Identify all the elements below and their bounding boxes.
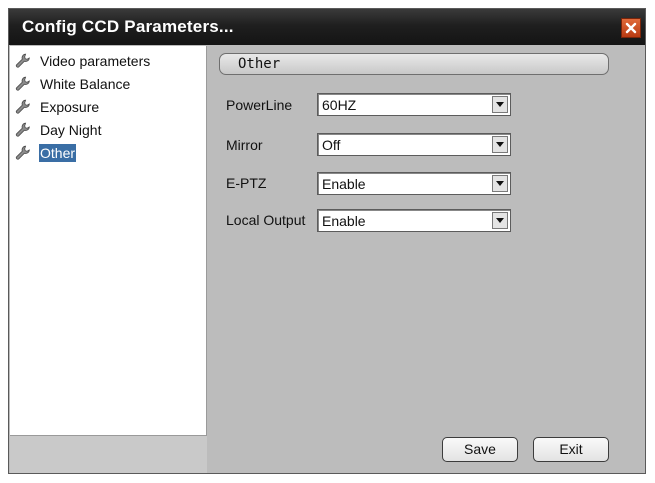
tree-item-label: Video parameters xyxy=(40,53,151,69)
close-icon xyxy=(625,22,637,34)
tree-item-label: White Balance xyxy=(40,76,131,92)
section-title: Other xyxy=(238,56,281,72)
exit-button[interactable]: Exit xyxy=(533,437,609,462)
dropdown-arrow-button[interactable] xyxy=(492,175,508,192)
dropdown-arrow-button[interactable] xyxy=(492,136,508,153)
close-button[interactable] xyxy=(621,18,641,38)
tree-bottom-strip xyxy=(10,435,207,473)
mirror-select[interactable]: Off xyxy=(317,133,511,156)
title-bar[interactable]: Config CCD Parameters... xyxy=(9,9,645,45)
wrench-icon xyxy=(15,53,30,68)
section-header: Other xyxy=(219,53,609,75)
local-output-select[interactable]: Enable xyxy=(317,209,511,232)
window-title: Config CCD Parameters... xyxy=(22,17,234,36)
dropdown-arrow-button[interactable] xyxy=(492,96,508,113)
mirror-label: Mirror xyxy=(226,137,263,153)
local-output-value: Enable xyxy=(322,213,366,229)
config-dialog: Config CCD Parameters... Video parameter… xyxy=(8,8,646,474)
tree-item-label: Exposure xyxy=(40,99,100,115)
powerline-value: 60HZ xyxy=(322,97,357,113)
chevron-down-icon xyxy=(496,142,504,147)
chevron-down-icon xyxy=(496,102,504,107)
e-ptz-label: E-PTZ xyxy=(226,175,267,191)
wrench-icon xyxy=(15,122,30,137)
save-button[interactable]: Save xyxy=(442,437,518,462)
tree-item-label: Other xyxy=(39,144,77,162)
settings-tree: Video parameters White Balance Exposure … xyxy=(10,46,207,435)
wrench-icon xyxy=(15,99,30,114)
powerline-select[interactable]: 60HZ xyxy=(317,93,511,116)
wrench-icon xyxy=(15,76,30,91)
e-ptz-value: Enable xyxy=(322,176,366,192)
powerline-label: PowerLine xyxy=(226,97,293,113)
wrench-icon xyxy=(15,145,30,160)
e-ptz-select[interactable]: Enable xyxy=(317,172,511,195)
chevron-down-icon xyxy=(496,218,504,223)
mirror-value: Off xyxy=(322,137,341,153)
tree-item-label: Day Night xyxy=(40,122,102,138)
dropdown-arrow-button[interactable] xyxy=(492,212,508,229)
local-output-label: Local Output xyxy=(226,212,306,228)
chevron-down-icon xyxy=(496,181,504,186)
